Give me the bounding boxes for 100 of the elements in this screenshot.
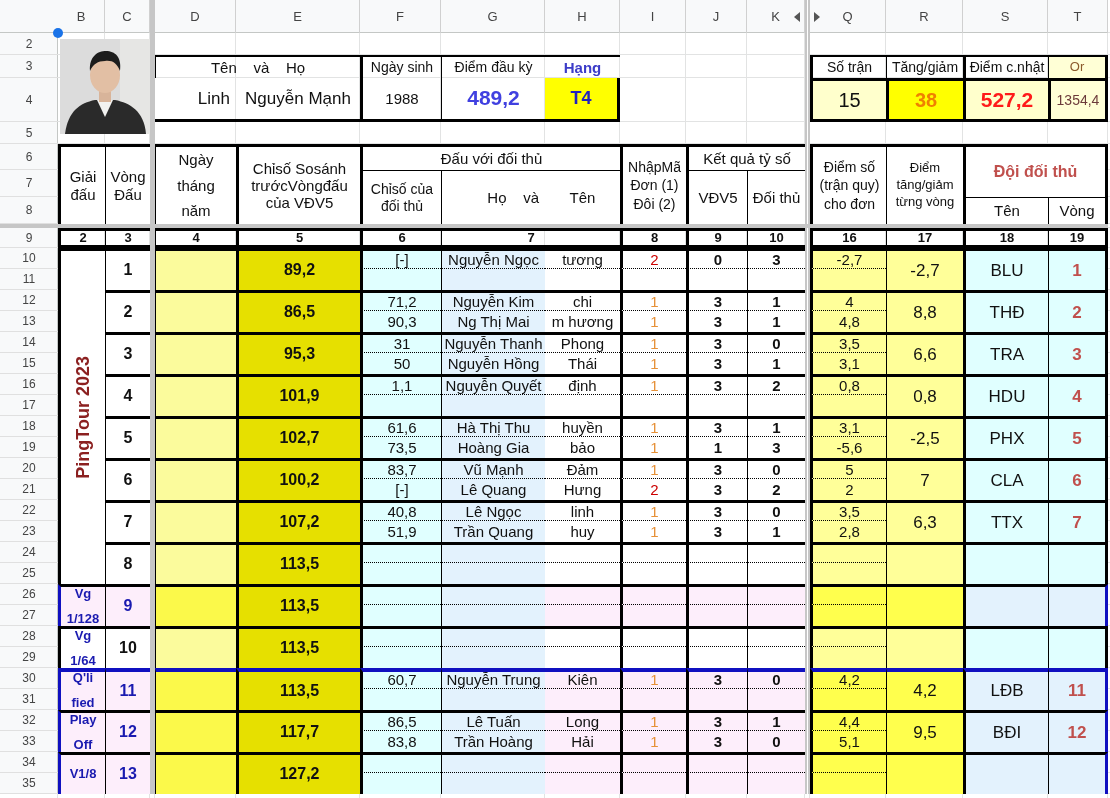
table-cell: huyền [545, 416, 620, 437]
selection-handle[interactable] [53, 28, 63, 38]
row-header[interactable]: 8 [25, 203, 33, 217]
column-header[interactable]: F [396, 9, 404, 24]
row-header[interactable]: 4 [25, 92, 33, 107]
table-cell [620, 605, 686, 626]
table-cell [1048, 542, 1108, 584]
table-cell: 113,5 [236, 626, 360, 668]
row-header[interactable]: 33 [22, 734, 36, 748]
table-cell: m hương [545, 311, 620, 332]
row-header[interactable]: 3 [25, 59, 33, 73]
column-header[interactable]: H [577, 9, 587, 24]
table-cell [686, 626, 747, 647]
row-header[interactable]: 10 [22, 251, 36, 265]
table-cell: 2 [747, 374, 805, 395]
row-header[interactable]: 32 [22, 713, 36, 727]
tournament-cell: PingTour 2023 [58, 248, 105, 584]
table-cell: 1 [747, 521, 805, 542]
row-header[interactable]: 18 [22, 419, 36, 433]
row-header[interactable]: 30 [22, 671, 36, 685]
column-header[interactable]: G [487, 9, 498, 24]
row-header[interactable]: 20 [22, 461, 36, 475]
column-header[interactable]: T [1073, 9, 1082, 24]
collapse-arrow-icon[interactable] [794, 12, 801, 22]
table-cell: 2 [620, 479, 686, 500]
row-header[interactable]: 23 [22, 524, 36, 538]
table-cell: 1 [620, 668, 686, 689]
row-header[interactable]: 25 [22, 566, 36, 580]
table-cell: 11 [1048, 668, 1108, 710]
table-cell: Tên [963, 197, 1048, 224]
table-cell [747, 689, 805, 710]
column-header[interactable]: C [122, 9, 132, 24]
column-header[interactable]: B [76, 9, 86, 24]
table-cell: 100,2 [236, 458, 360, 500]
table-cell: 3 [686, 479, 747, 500]
row-header[interactable]: 11 [22, 272, 36, 286]
row-header[interactable]: 29 [22, 650, 36, 664]
column-header[interactable]: R [919, 9, 929, 24]
table-cell: 1 [620, 290, 686, 311]
row-header[interactable]: 9 [25, 230, 33, 245]
table-cell [747, 584, 805, 605]
row-header[interactable]: 13 [22, 314, 36, 328]
table-cell: 0 [747, 332, 805, 353]
table-cell: Trần Quang [441, 521, 545, 542]
table-cell: 3 [686, 416, 747, 437]
row-header[interactable]: 22 [22, 503, 36, 517]
table-cell: Đối thủ [747, 170, 805, 224]
table-cell: 4 [105, 374, 150, 416]
table-cell: Vũ Mạnh [441, 458, 545, 479]
table-cell: NhậpMã Đơn (1) Đôi (2) [620, 144, 686, 224]
table-cell: Ngày tháng năm [155, 144, 236, 224]
row-header[interactable]: 5 [25, 125, 33, 140]
table-cell: 2,8 [810, 521, 886, 542]
column-header[interactable]: D [190, 9, 200, 24]
row-header[interactable]: 21 [22, 482, 36, 496]
row-header[interactable]: 24 [22, 545, 36, 559]
tournament-cell: Vg 1/128 [58, 584, 105, 626]
column-header[interactable]: Q [842, 9, 853, 24]
row-header[interactable]: 26 [22, 587, 36, 601]
table-cell: Điểm tăng/giảm từng vòng [886, 144, 963, 224]
row-header[interactable]: 15 [22, 356, 36, 370]
table-cell: [-] [360, 248, 441, 269]
table-cell: Hà Thị Thu [441, 416, 545, 437]
table-cell: 1 [620, 353, 686, 374]
column-header[interactable]: J [712, 9, 720, 24]
table-cell: 3 [686, 668, 747, 689]
table-cell: 4,8 [810, 311, 886, 332]
table-cell: -2,5 [886, 416, 963, 458]
table-cell [620, 542, 686, 563]
table-cell [686, 605, 747, 626]
row-header[interactable]: 19 [22, 440, 36, 454]
table-cell: 10 [105, 626, 150, 668]
column-header[interactable]: S [1000, 9, 1010, 24]
column-header[interactable]: E [293, 9, 302, 24]
row-header[interactable]: 34 [22, 755, 36, 769]
row-header[interactable]: 6 [25, 149, 33, 164]
table-cell: 1 [747, 290, 805, 311]
table-cell: Điểm đầu kỳ [441, 55, 545, 78]
table-cell: -2,7 [810, 248, 886, 269]
row-header[interactable]: 7 [25, 176, 33, 190]
table-cell: 1 [620, 710, 686, 731]
row-header[interactable]: 12 [22, 293, 36, 307]
row-header[interactable]: 14 [22, 335, 36, 349]
row-header[interactable]: 27 [22, 608, 36, 622]
column-header[interactable]: K [771, 9, 780, 24]
row-header[interactable]: 17 [22, 398, 36, 412]
row-header[interactable]: 2 [25, 36, 33, 51]
table-cell [620, 626, 686, 647]
row-header[interactable]: 16 [22, 377, 36, 391]
table-cell: 15 [810, 78, 886, 122]
table-cell: 4,4 [810, 710, 886, 731]
table-cell: bảo [545, 437, 620, 458]
row-header[interactable]: 31 [22, 692, 36, 706]
table-cell: 107,2 [236, 500, 360, 542]
row-header[interactable]: 28 [22, 629, 36, 643]
row-header[interactable]: 35 [22, 776, 36, 790]
table-cell [747, 605, 805, 626]
table-cell: 89,2 [236, 248, 360, 290]
column-header[interactable]: I [650, 9, 655, 24]
table-cell: 2 [620, 248, 686, 269]
